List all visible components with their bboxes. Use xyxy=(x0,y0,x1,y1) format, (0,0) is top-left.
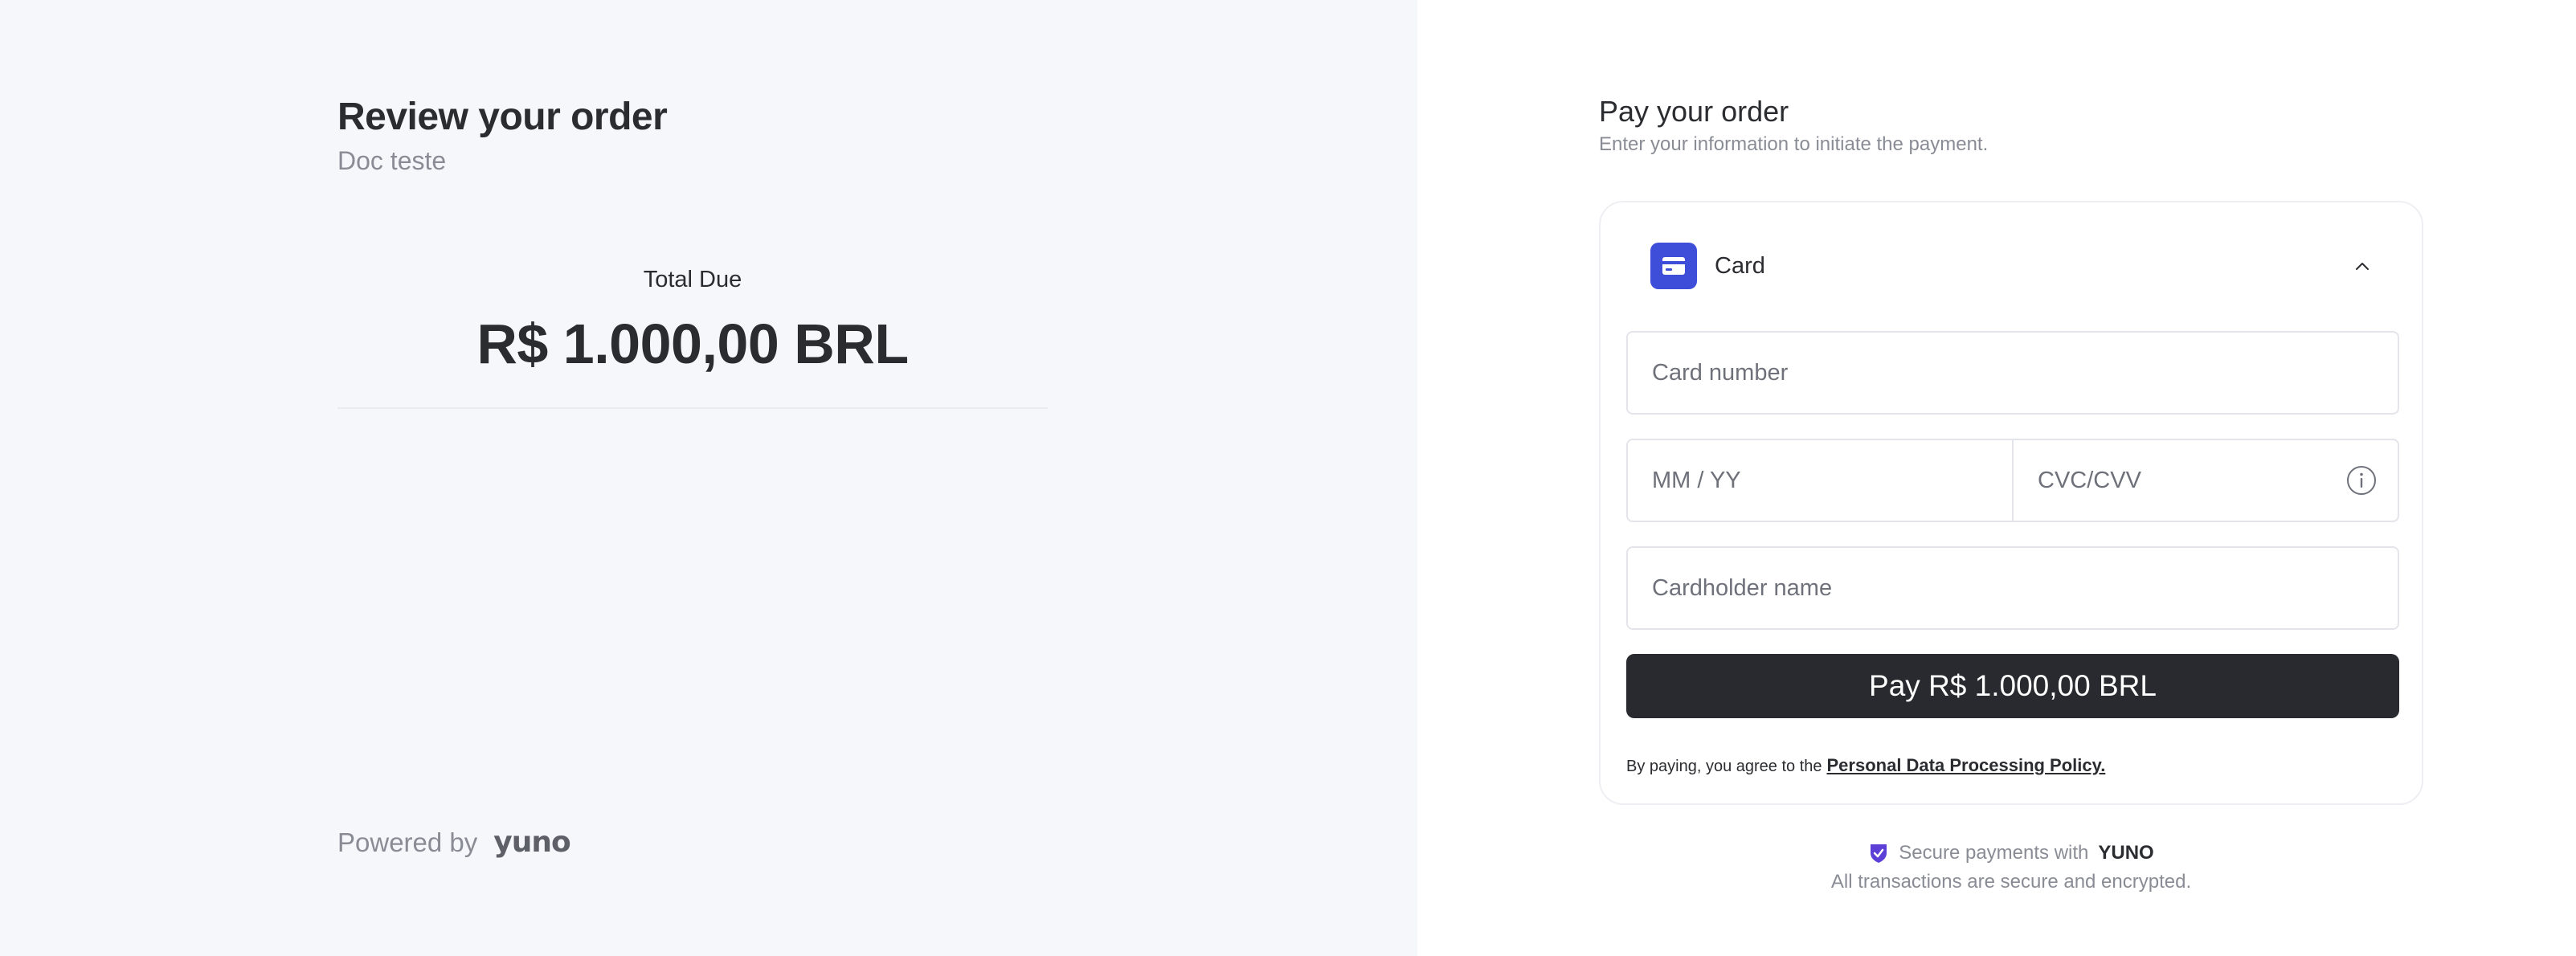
secure-payments-row: Secure payments with YUNO xyxy=(1599,842,2423,864)
total-due-label: Total Due xyxy=(643,267,742,292)
cardholder-name-field xyxy=(1626,546,2399,630)
terms-prefix: By paying, you agree to the xyxy=(1626,758,1822,775)
pay-order-subtitle: Enter your information to initiate the p… xyxy=(1599,133,1989,155)
cvc-input[interactable] xyxy=(2014,467,2398,494)
pay-button[interactable]: Pay R$ 1.000,00 BRL xyxy=(1626,654,2399,718)
cvc-field xyxy=(2012,439,2399,522)
secure-payments-text: Secure payments with xyxy=(1899,842,2089,864)
review-order-title: Review your order xyxy=(337,96,668,138)
powered-by-label: Powered by xyxy=(337,827,478,857)
order-summary-panel: Review your order Doc teste Total Due R$… xyxy=(0,0,1417,956)
yuno-logo: yuno xyxy=(493,826,570,859)
card-method-label: Card xyxy=(1715,252,1765,279)
terms-notice: By paying, you agree to the Personal Dat… xyxy=(1626,755,2105,776)
card-method-header[interactable]: Card xyxy=(1650,243,2372,289)
payment-panel: Pay your order Enter your information to… xyxy=(1417,0,2576,956)
expiry-input[interactable] xyxy=(1628,467,2012,494)
privacy-policy-link[interactable]: Personal Data Processing Policy. xyxy=(1827,755,2106,776)
shield-check-icon xyxy=(1868,842,1889,864)
checkout-page: Review your order Doc teste Total Due R$… xyxy=(0,0,2576,956)
card-payment-box: Card Card number MM / YY CVC/CVV Cardhol… xyxy=(1599,201,2423,805)
encryption-note: All transactions are secure and encrypte… xyxy=(1830,871,2192,893)
expiry-field xyxy=(1626,439,2014,522)
chevron-up-icon[interactable] xyxy=(2354,261,2370,271)
credit-card-icon xyxy=(1650,243,1697,289)
total-due-amount: R$ 1.000,00 BRL xyxy=(476,313,909,375)
card-number-input[interactable] xyxy=(1628,359,2398,386)
summary-divider xyxy=(337,407,1048,409)
merchant-name: Doc teste xyxy=(337,146,447,175)
cardholder-name-input[interactable] xyxy=(1628,574,2398,602)
secure-brand: YUNO xyxy=(2098,842,2154,864)
info-icon[interactable] xyxy=(2346,465,2377,496)
powered-by: Powered by yuno xyxy=(337,826,571,859)
pay-order-title: Pay your order xyxy=(1599,95,1789,128)
card-number-field xyxy=(1626,331,2399,415)
